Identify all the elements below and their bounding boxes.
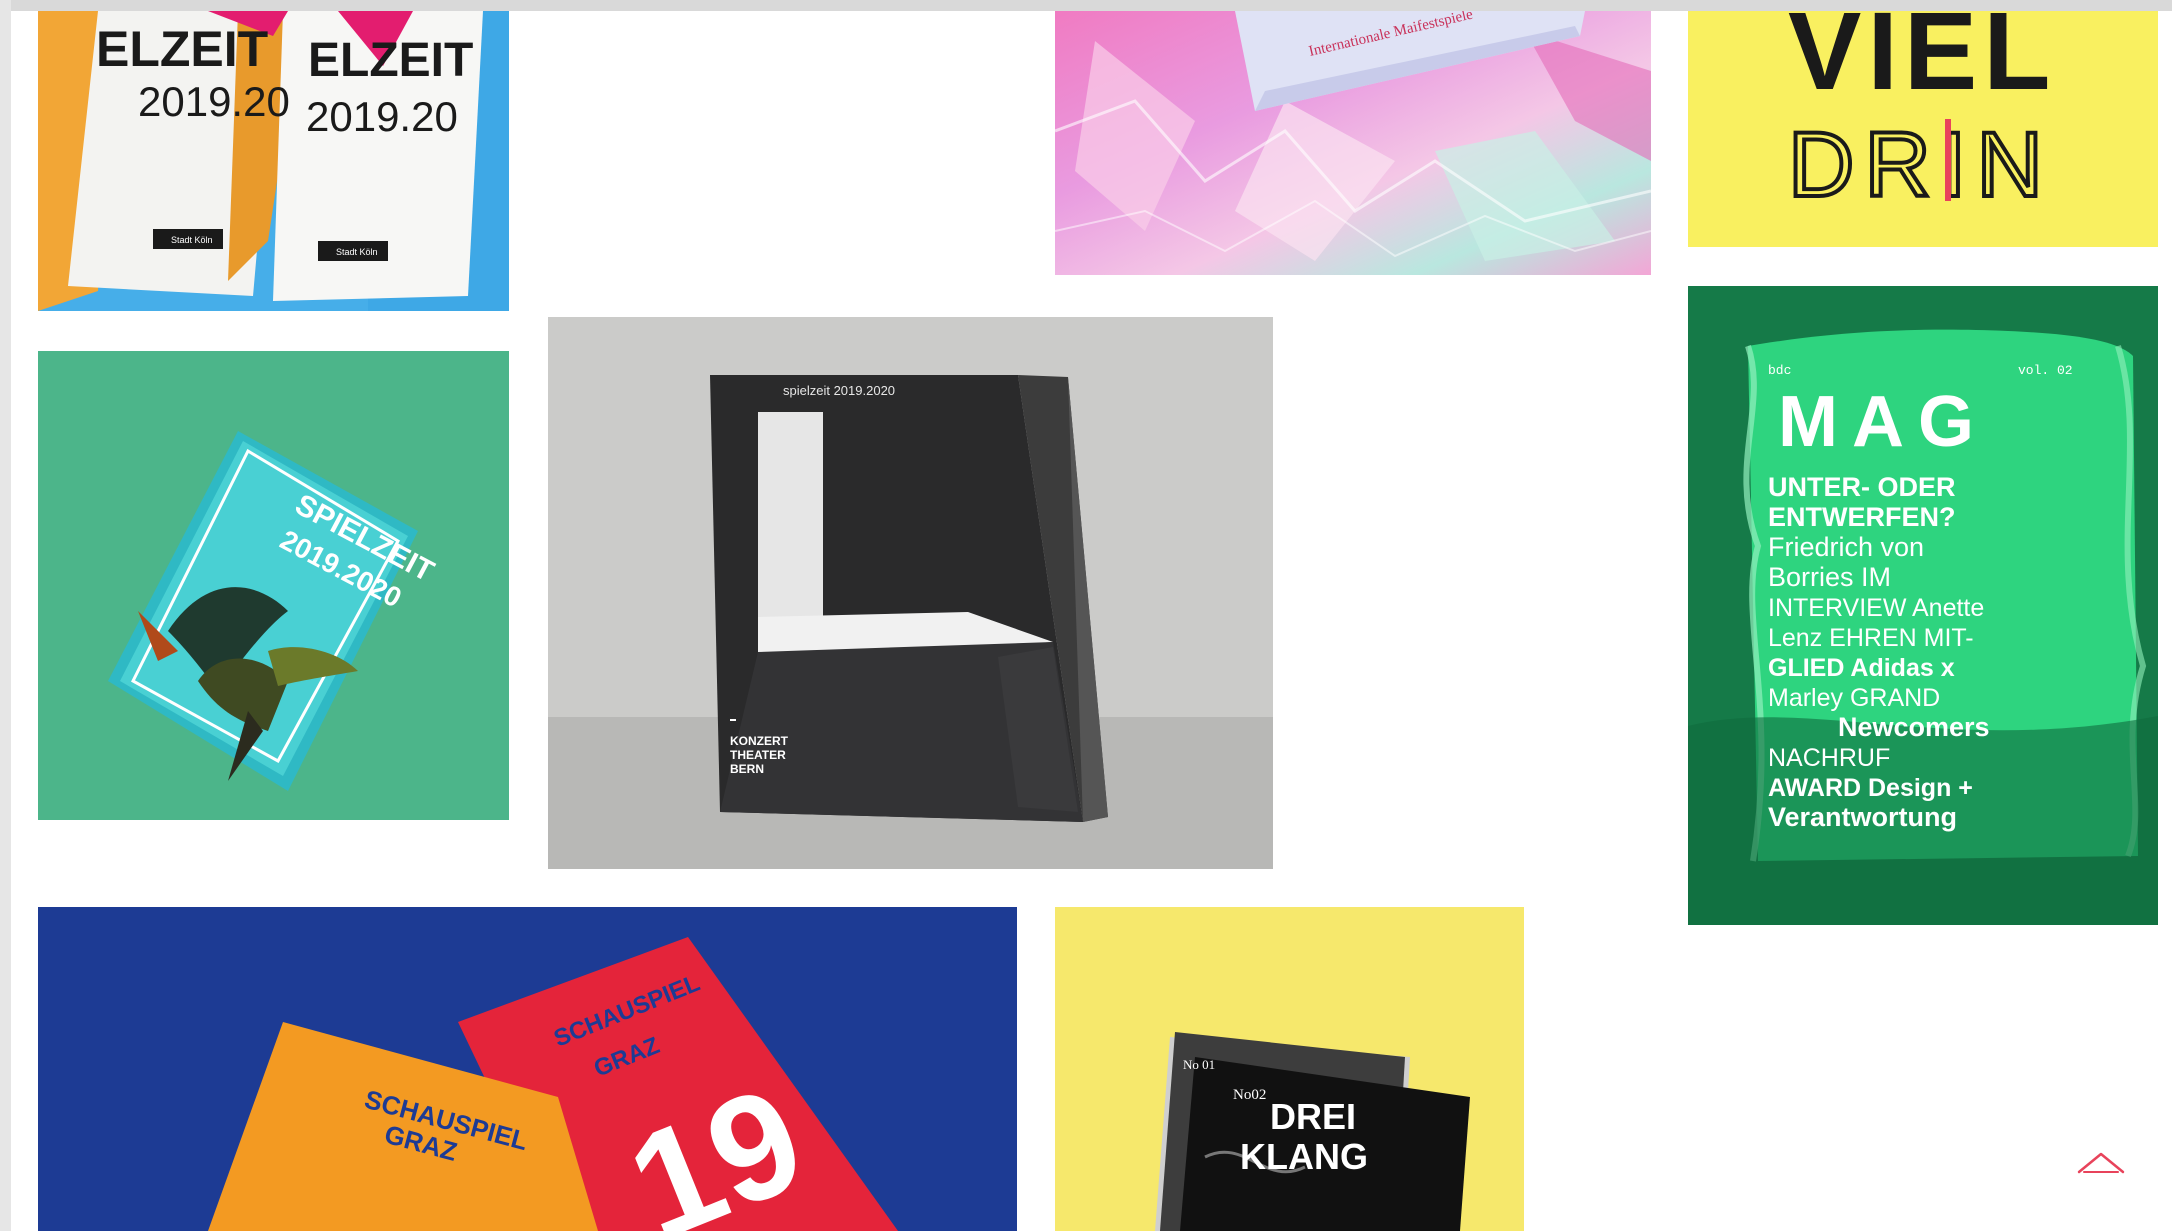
gallery-tile-schauspiel-graz[interactable]: SCHAUSPIEL GRAZ SCHAUSPIEL GRAZ 19 <box>38 907 1017 1231</box>
tile8-no1: No 01 <box>1183 1057 1215 1072</box>
tile6-line-2: ENTWERFEN? <box>1768 502 1955 532</box>
gallery-tile-konzert-theater-bern[interactable]: spielzeit 2019.2020 KONZERT THEATER BERN <box>548 317 1273 869</box>
mag-image: bdc vol. 02 MAG UNTER- ODER ENTWERFEN? F… <box>1688 286 2158 925</box>
chevron-up-icon <box>2077 1152 2125 1174</box>
tile8-no2: No02 <box>1233 1087 1266 1103</box>
tile1-logo-left: Stadt Köln <box>171 235 213 245</box>
tile6-line-6: Lenz EHREN MIT- <box>1768 624 1974 652</box>
tile3-line2: DRIN <box>1788 114 2053 216</box>
tile6-line-9: Newcomers <box>1838 712 1990 742</box>
gallery-tile-viel-drin[interactable]: VIEL DRIN <box>1688 11 2158 247</box>
tile1-title-left: ELZEIT <box>96 21 268 77</box>
spielzeit-koeln-image: ELZEIT 2019.20 ELZEIT 2019.20 Stadt Köln… <box>38 11 509 311</box>
tile6-header-right: vol. 02 <box>2018 363 2073 378</box>
tile1-year-left: 2019.20 <box>138 78 290 125</box>
tile1-title-right: ELZEIT <box>308 34 473 87</box>
tile1-logo-right: Stadt Köln <box>336 247 378 257</box>
drei-klang-image: No 01 No02 DREI KLANG <box>1055 907 1524 1231</box>
gallery-tile-spielzeit-parrot[interactable]: SPIELZEIT 2019.2020 <box>38 351 509 820</box>
tile8-word1: DREI <box>1270 1096 1356 1137</box>
browser-left-edge <box>0 0 11 1231</box>
tile5-brand2: THEATER <box>730 748 786 762</box>
gallery-tile-drei-klang[interactable]: No 01 No02 DREI KLANG <box>1055 907 1524 1231</box>
tile6-line-3: Friedrich von <box>1768 532 1924 562</box>
tile6-line-10: NACHRUF <box>1768 744 1890 772</box>
schauspiel-graz-image: SCHAUSPIEL GRAZ SCHAUSPIEL GRAZ 19 <box>38 907 1017 1231</box>
tile5-header: spielzeit 2019.2020 <box>783 383 895 398</box>
spielzeit-parrot-image: SPIELZEIT 2019.2020 <box>38 351 509 820</box>
tile6-line-12: Verantwortung <box>1768 802 1957 832</box>
browser-top-edge <box>0 0 2172 11</box>
tile6-header-left: bdc <box>1768 363 1791 378</box>
tile5-brand1: KONZERT <box>730 734 789 748</box>
tile6-line-7: GLIED Adidas x <box>1768 654 1955 682</box>
tile6-line-11: AWARD Design + <box>1768 774 1973 802</box>
tile6-line-8: Marley GRAND <box>1768 684 1940 712</box>
gallery-tile-mag[interactable]: bdc vol. 02 MAG UNTER- ODER ENTWERFEN? F… <box>1688 286 2158 925</box>
viel-drin-image: VIEL DRIN <box>1688 11 2158 247</box>
tile6-line-5: INTERVIEW Anette <box>1768 594 1984 622</box>
scroll-to-top-button[interactable] <box>2076 1148 2126 1178</box>
tile1-year-right: 2019.20 <box>306 93 458 140</box>
tile8-word2: KLANG <box>1240 1136 1368 1177</box>
tile3-line1: VIEL <box>1788 11 2057 113</box>
konzert-theater-bern-image: spielzeit 2019.2020 KONZERT THEATER BERN <box>548 317 1273 869</box>
tile6-title: MAG <box>1778 382 1988 462</box>
tile5-brand3: BERN <box>730 762 764 776</box>
maifestspiele-foil-image: Internationale Maifestspiele <box>1055 11 1651 275</box>
gallery-tile-maifestspiele[interactable]: Internationale Maifestspiele <box>1055 11 1651 275</box>
tile6-line-4: Borries IM <box>1768 562 1891 592</box>
tile6-line-1: UNTER- ODER <box>1768 472 1956 502</box>
gallery-tile-spielzeit-koeln[interactable]: ELZEIT 2019.20 ELZEIT 2019.20 Stadt Köln… <box>38 11 509 311</box>
